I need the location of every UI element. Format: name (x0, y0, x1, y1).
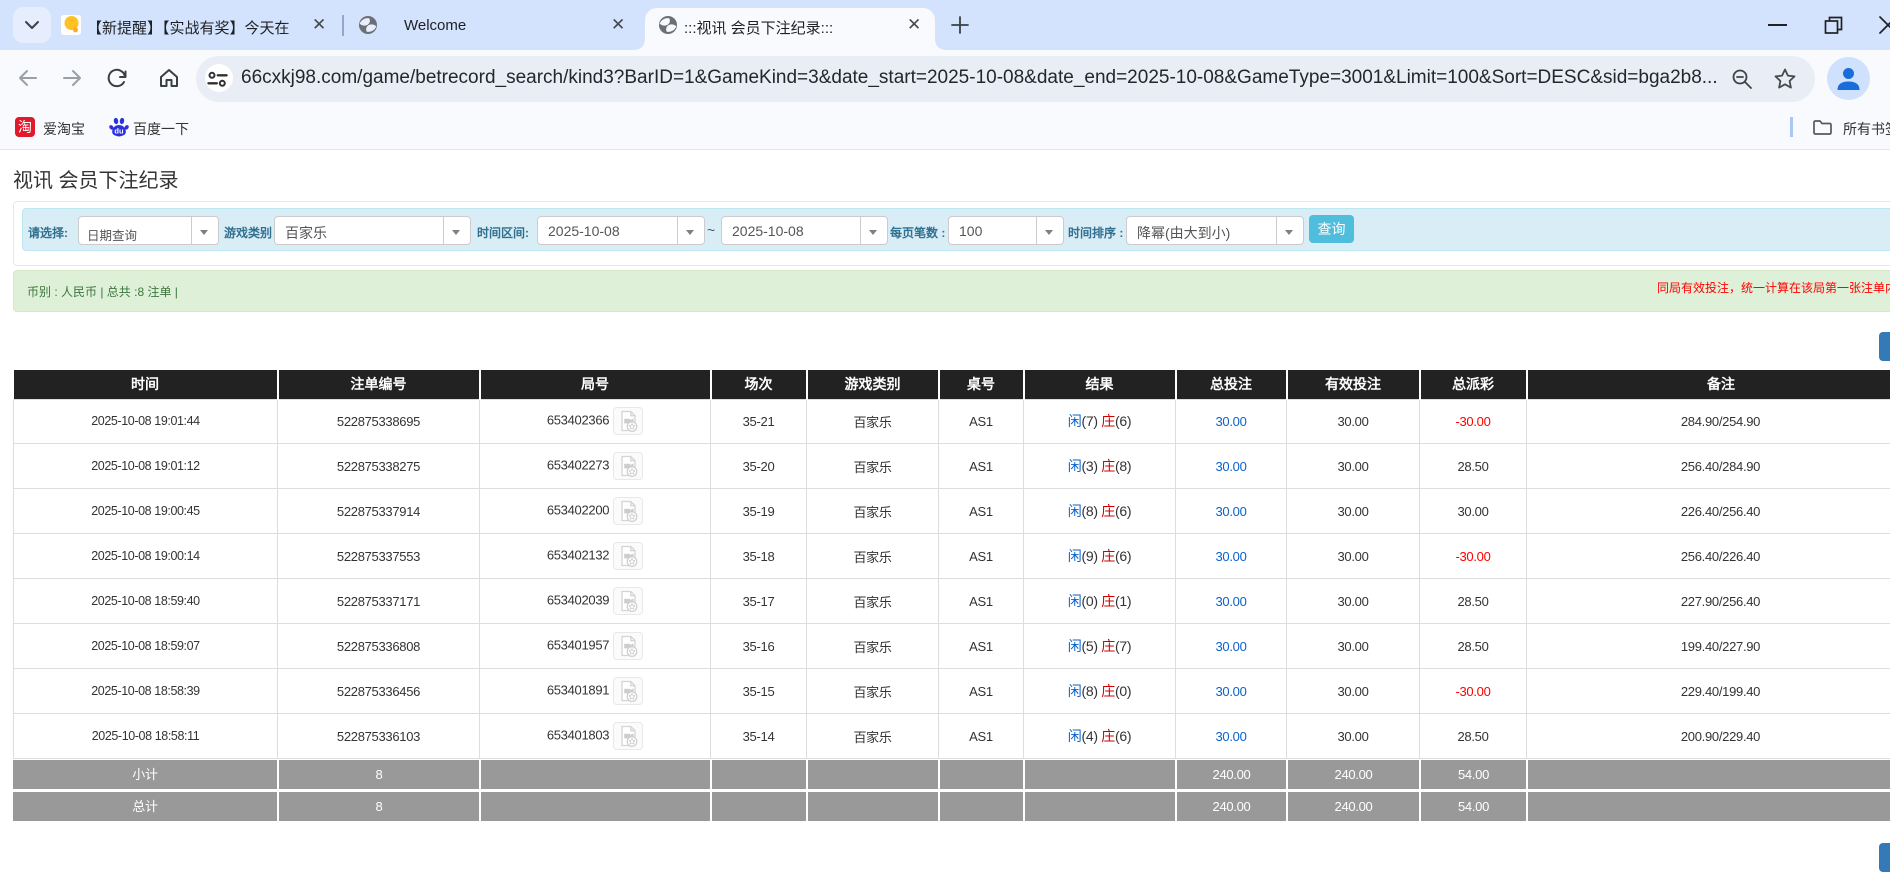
svg-text:du: du (114, 126, 124, 135)
